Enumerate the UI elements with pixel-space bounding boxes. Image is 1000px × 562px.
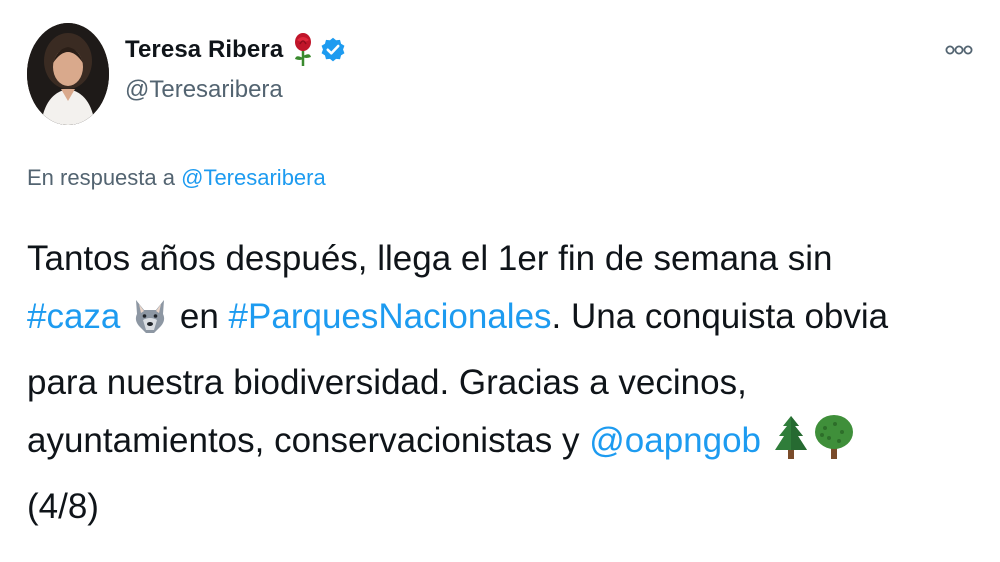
word-en: en [179, 297, 219, 336]
tweet-text-line4: ayuntamientos, conservacionistas y [27, 421, 580, 460]
deciduous-tree-icon [811, 414, 857, 478]
more-dots-icon [945, 45, 973, 55]
display-name[interactable]: Teresa Ribera [125, 36, 283, 64]
author-block: Teresa Ribera @Teresaribera [125, 30, 347, 104]
verified-icon [319, 36, 347, 64]
handle[interactable]: @Teresaribera [125, 76, 347, 104]
thread-counter: (4/8) [27, 487, 99, 526]
mention-oapngob-link[interactable]: @oapngob [589, 421, 761, 460]
more-options-button[interactable] [944, 38, 974, 62]
name-row: Teresa Ribera [125, 30, 347, 70]
tweet-text-line3: para nuestra biodiversidad. Gracias a ve… [27, 363, 747, 402]
tweet: Teresa Ribera @Teresaribera En respuesta… [0, 0, 1000, 562]
tweet-text-line1: Tantos años después, llega el 1er fin de… [27, 239, 833, 278]
tweet-text: Tantos años después, llega el 1er fin de… [27, 230, 977, 536]
tweet-line-4: ayuntamientos, conservacionistas y @oapn… [27, 412, 977, 478]
evergreen-tree-icon [771, 414, 811, 478]
reply-context: En respuesta a @Teresaribera [27, 165, 326, 191]
rose-icon [291, 32, 315, 68]
reply-mention-link[interactable]: @Teresaribera [181, 165, 326, 190]
hashtag-parques-link[interactable]: #ParquesNacionales [229, 297, 552, 336]
hashtag-caza-link[interactable]: #caza [27, 297, 120, 336]
tweet-line-1: Tantos años después, llega el 1er fin de… [27, 230, 977, 288]
tweet-line-3: para nuestra biodiversidad. Gracias a ve… [27, 354, 977, 412]
tweet-line-5: (4/8) [27, 478, 977, 536]
avatar[interactable] [27, 23, 109, 125]
reply-prefix: En respuesta a [27, 165, 175, 190]
wolf-icon [130, 296, 170, 354]
avatar-photo [27, 23, 109, 125]
tweet-line-2: #caza en #ParquesNacionales. Una conquis… [27, 288, 977, 354]
tweet-text-line2-rest: . Una conquista obvia [551, 297, 889, 336]
